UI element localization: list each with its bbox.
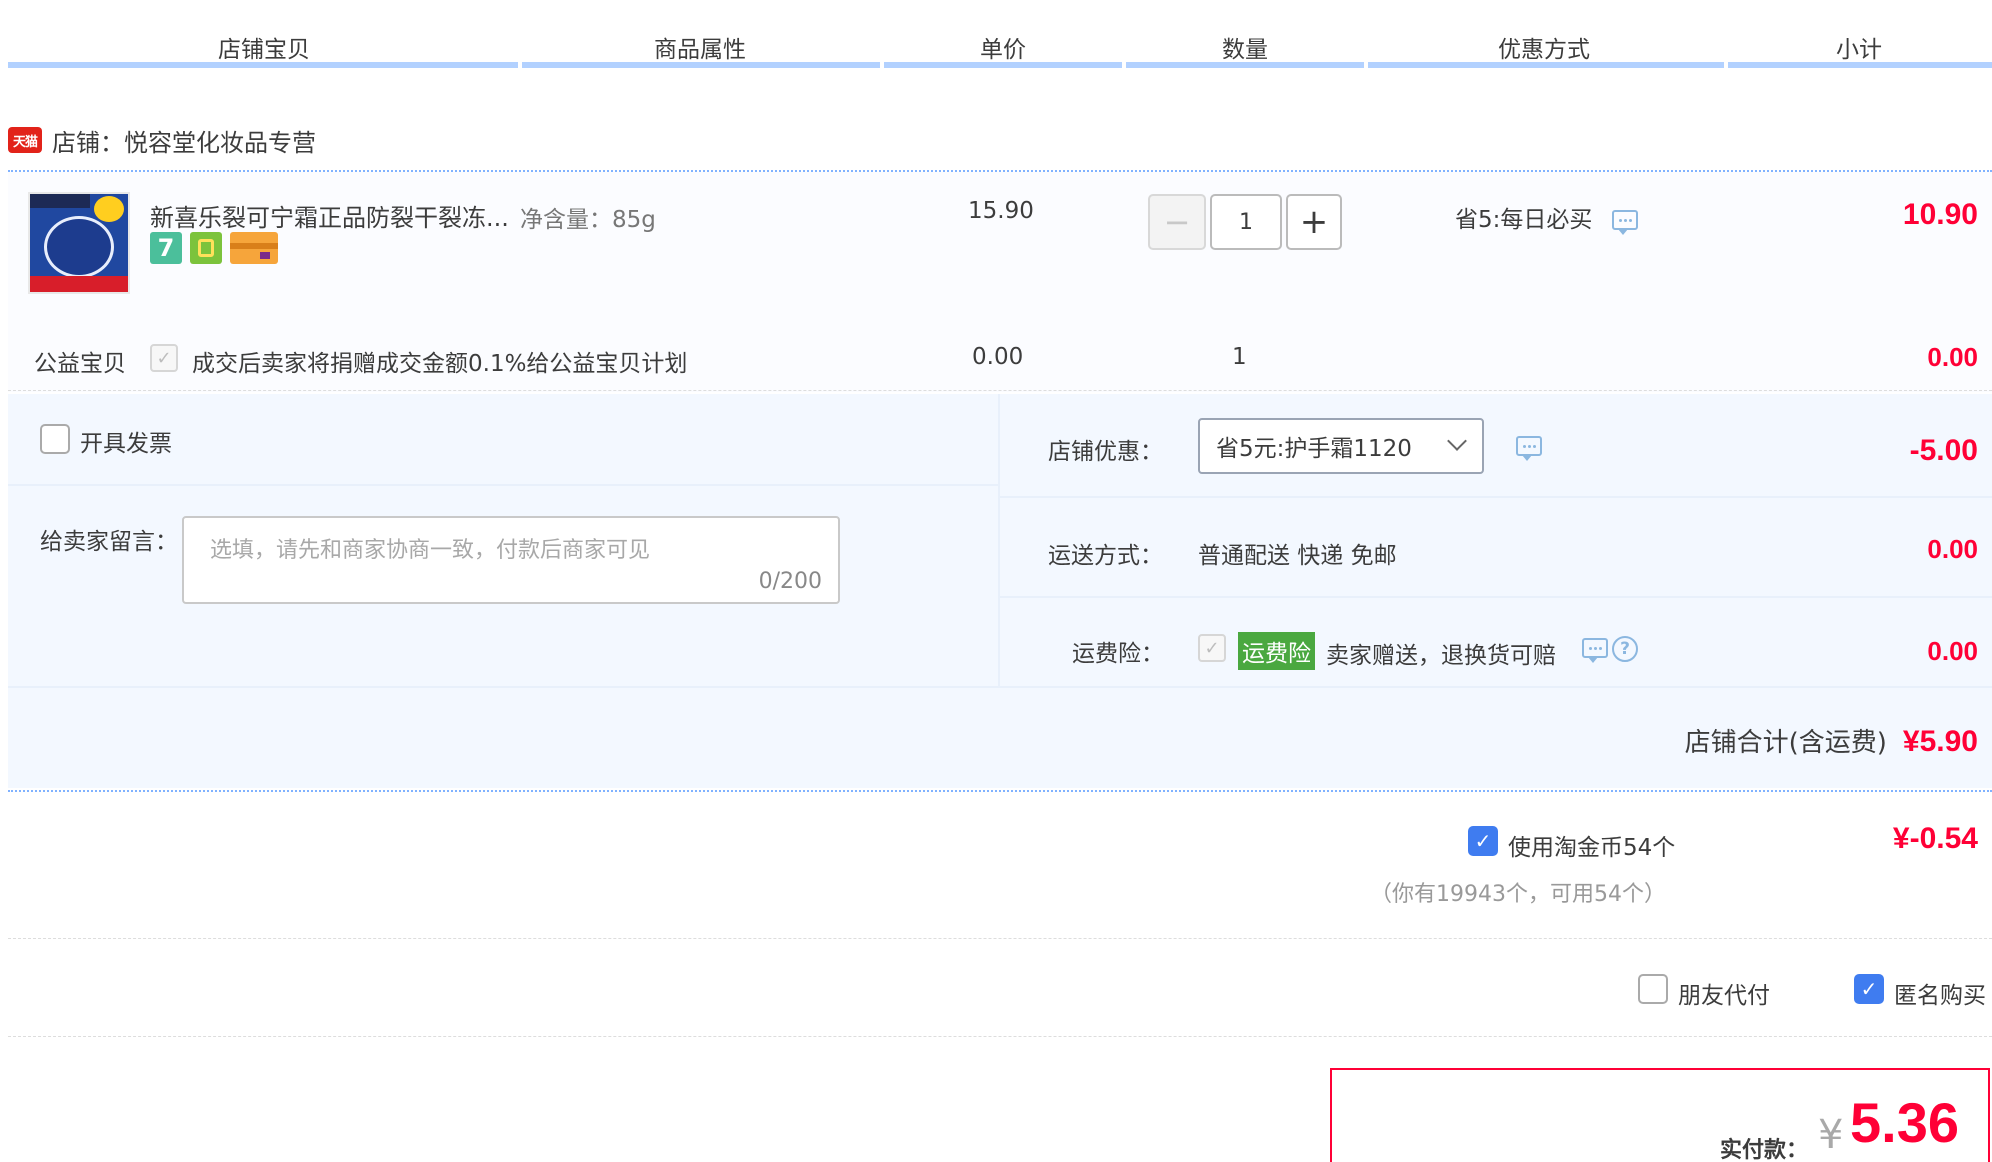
message-label: 给卖家留言： (40, 529, 178, 555)
col-quantity: 数量 (1222, 37, 1268, 63)
header-underline (522, 62, 880, 68)
column-header: 店铺宝贝 商品属性 单价 数量 优惠方式 小计 (0, 0, 1992, 72)
shipping-label: 运送方式： (1048, 543, 1163, 569)
thumb-top-tag (30, 194, 90, 208)
anonymous-checkbox[interactable]: ✓ (1854, 974, 1884, 1004)
tmall-guarantee-icon[interactable] (190, 232, 222, 264)
divider (8, 686, 1992, 688)
thumb-badge (94, 196, 124, 222)
divider (8, 1036, 1992, 1037)
product-thumbnail[interactable] (28, 192, 130, 294)
charity-subtotal: 0.00 (1927, 342, 1978, 372)
anonymous-label: 匿名购买 (1894, 983, 1986, 1009)
divider (8, 484, 998, 486)
seven-day-return-icon[interactable]: 7 (150, 232, 182, 264)
thumb-bottom-band (30, 276, 128, 292)
friend-pay-checkbox[interactable] (1638, 974, 1668, 1004)
taojinbi-label: 使用淘金币54个 (1508, 835, 1676, 861)
chat-icon[interactable] (1582, 638, 1608, 663)
taojinbi-checkbox[interactable]: ✓ (1468, 826, 1498, 856)
insurance-amount: 0.00 (1927, 636, 1978, 666)
shipping-method: 普通配送 快递 免邮 (1198, 543, 1397, 569)
header-underline (1126, 62, 1364, 68)
seller-message-textarea[interactable]: 选填，请先和商家协商一致，付款后商家可见 0/200 (182, 516, 840, 604)
divider (8, 938, 1992, 939)
chevron-down-icon (1447, 431, 1467, 451)
invoice-checkbox[interactable] (40, 424, 70, 454)
chat-icon[interactable] (1612, 210, 1638, 235)
product-promotion: 省5:每日必买 (1455, 207, 1593, 233)
card-payment-icon[interactable] (230, 232, 278, 264)
col-discount: 优惠方式 (1498, 37, 1590, 63)
col-unit-price: 单价 (980, 37, 1026, 63)
payment-amount: 5.36 (1850, 1091, 1959, 1154)
shipping-amount: 0.00 (1927, 534, 1978, 564)
invoice-label: 开具发票 (80, 431, 172, 457)
col-shop-item: 店铺宝贝 (218, 37, 310, 63)
product-subtotal: 10.90 (1902, 198, 1978, 231)
quantity-increase-button[interactable]: + (1286, 194, 1342, 250)
tmall-logo-icon: 天猫 (8, 127, 42, 153)
taojinbi-amount: ¥-0.54 (1892, 822, 1978, 855)
quantity-decrease-button[interactable]: − (1148, 194, 1206, 250)
product-name-link[interactable]: 新喜乐裂可宁霜正品防裂干裂冻... (150, 198, 509, 233)
header-underline (8, 62, 518, 68)
thumb-product-tin (44, 216, 114, 278)
charity-text: 成交后卖家将捐赠成交金额0.1%给公益宝贝计划 (192, 351, 688, 377)
shop-discount-amount: -5.00 (1909, 434, 1978, 467)
divider (1000, 496, 1992, 498)
insurance-tag: 运费险 (1238, 632, 1315, 670)
charity-checkbox: ✓ (150, 344, 178, 372)
shop-discount-label: 店铺优惠： (1048, 439, 1163, 465)
shop-discount-select[interactable]: 省5元:护手霜1120 (1198, 418, 1484, 474)
divider (8, 790, 1992, 792)
shop-name[interactable]: 店铺：悦容堂化妆品专营 (52, 123, 316, 158)
charity-quantity: 1 (1232, 344, 1247, 370)
friend-pay-label: 朋友代付 (1678, 983, 1770, 1009)
product-unit-price: 15.90 (968, 198, 1034, 224)
shop-discount-value: 省5元:护手霜1120 (1216, 436, 1412, 462)
insurance-text: 卖家赠送，退换货可赔 (1326, 643, 1556, 669)
header-underline (1728, 62, 1992, 68)
header-underline (884, 62, 1122, 68)
shop-header: 天猫 店铺：悦容堂化妆品专营 (8, 122, 316, 158)
payment-currency: ¥ (1818, 1112, 1844, 1158)
shop-total-amount: ¥5.90 (1902, 725, 1978, 758)
payment-label: 实付款： (1720, 1138, 1809, 1162)
help-icon[interactable]: ? (1612, 636, 1638, 662)
message-counter: 0/200 (758, 569, 822, 594)
insurance-checkbox: ✓ (1198, 634, 1226, 662)
col-attributes: 商品属性 (654, 37, 746, 63)
charity-price: 0.00 (972, 344, 1024, 370)
message-placeholder: 选填，请先和商家协商一致，付款后商家可见 (210, 538, 651, 563)
col-subtotal: 小计 (1836, 37, 1882, 63)
panel-divider (998, 394, 1000, 686)
taojinbi-available: （你有19943个，可用54个） (1370, 882, 1666, 907)
insurance-label: 运费险： (1072, 641, 1164, 667)
header-underline (1368, 62, 1724, 68)
divider (1000, 596, 1992, 598)
shop-total-label: 店铺合计(含运费) (1684, 728, 1887, 758)
product-attribute: 净含量：85g (520, 207, 656, 233)
quantity-input[interactable]: 1 (1210, 194, 1282, 250)
chat-icon[interactable] (1516, 436, 1542, 461)
charity-label: 公益宝贝 (34, 351, 126, 377)
shop-total: 店铺合计(含运费) ¥5.90 (1685, 722, 1978, 759)
divider (8, 390, 1992, 391)
